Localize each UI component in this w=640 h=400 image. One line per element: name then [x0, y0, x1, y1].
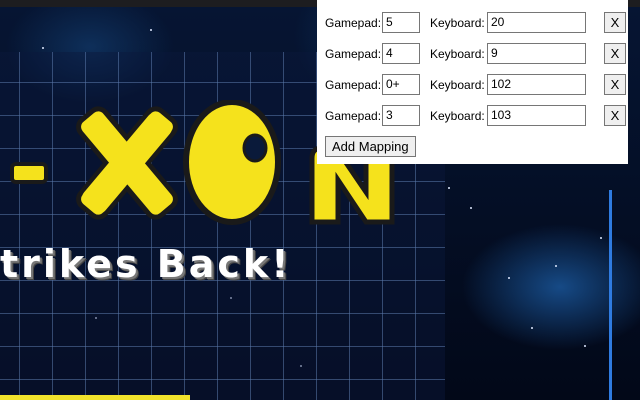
keyboard-label: Keyboard: [430, 47, 485, 61]
logo-letter-x [76, 106, 178, 220]
keyboard-label: Keyboard: [430, 16, 485, 30]
gamepad-label: Gamepad: [325, 78, 382, 92]
add-mapping-button[interactable]: Add Mapping [325, 136, 416, 157]
logo-dash [10, 162, 48, 184]
gamepad-input[interactable]: 3 [382, 105, 420, 126]
star [42, 47, 44, 49]
gamepad-label: Gamepad: [325, 47, 382, 61]
remove-mapping-button[interactable]: X [604, 74, 626, 95]
star [555, 265, 557, 267]
mapping-panel: Gamepad: 5 Keyboard: 20 X Gamepad: 4 Key… [317, 0, 628, 164]
star [470, 207, 472, 209]
game-tagline: trikes Back! [0, 242, 292, 286]
blue-edge-divider [609, 190, 612, 400]
remove-mapping-button[interactable]: X [604, 12, 626, 33]
gamepad-label: Gamepad: [325, 16, 382, 30]
remove-mapping-button[interactable]: X [604, 43, 626, 64]
keyboard-input[interactable]: 102 [487, 74, 586, 95]
keyboard-label: Keyboard: [430, 109, 485, 123]
star [150, 29, 152, 31]
star [508, 277, 510, 279]
yellow-stripe [0, 395, 190, 400]
star [448, 187, 450, 189]
gamepad-input[interactable]: 5 [382, 12, 420, 33]
keyboard-input[interactable]: 103 [487, 105, 586, 126]
keyboard-input[interactable]: 20 [487, 12, 586, 33]
keyboard-label: Keyboard: [430, 78, 485, 92]
star [531, 327, 533, 329]
remove-mapping-button[interactable]: X [604, 105, 626, 126]
keyboard-input[interactable]: 9 [487, 43, 586, 64]
star [600, 237, 602, 239]
logo-letter-o [183, 100, 281, 225]
gamepad-label: Gamepad: [325, 109, 382, 123]
star [584, 345, 586, 347]
gamepad-input[interactable]: 0+ [382, 74, 420, 95]
gamepad-input[interactable]: 4 [382, 43, 420, 64]
